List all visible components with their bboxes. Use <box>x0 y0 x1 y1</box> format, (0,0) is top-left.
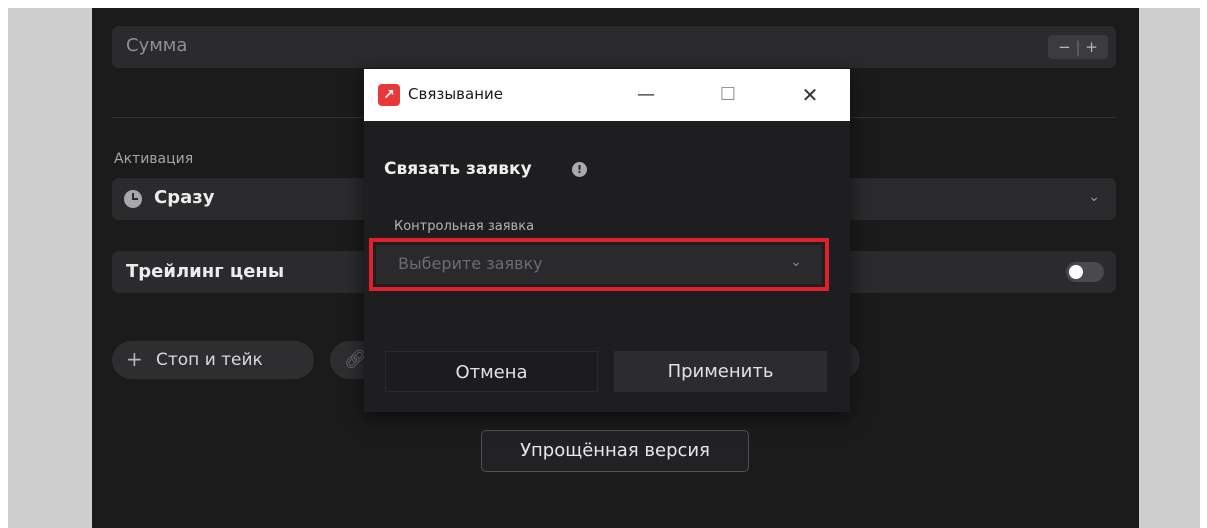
chevron-down-icon: ⌄ <box>1088 189 1100 205</box>
stop-take-button[interactable]: + Стоп и тейк <box>112 341 314 379</box>
plus-icon: + <box>126 347 143 371</box>
trailing-price-toggle[interactable] <box>1066 262 1104 282</box>
sum-stepper[interactable]: − | + <box>1048 35 1108 59</box>
select-placeholder: Выберите заявку <box>398 254 543 273</box>
simple-version-button[interactable]: Упрощённая версия <box>481 430 749 472</box>
dialog-heading: Связать заявку <box>384 159 532 179</box>
activation-value: Сразу <box>154 187 215 208</box>
link-dialog: ↗ Связывание — ☐ ✕ Связать заявку ! Конт… <box>364 69 850 412</box>
activation-label: Активация <box>114 151 194 167</box>
apply-button[interactable]: Применить <box>614 351 827 392</box>
control-order-label: Контрольная заявка <box>394 219 535 234</box>
dialog-titlebar: ↗ Связывание — ☐ ✕ <box>364 69 850 121</box>
sum-field[interactable]: Сумма − | + <box>112 26 1116 68</box>
info-icon[interactable]: ! <box>572 162 587 177</box>
trailing-price-label: Трейлинг цены <box>126 261 285 282</box>
stop-take-label: Стоп и тейк <box>156 350 263 370</box>
stepper-plus-button[interactable]: + <box>1085 38 1098 56</box>
stepper-minus-button[interactable]: − <box>1058 38 1071 56</box>
maximize-icon[interactable]: ☐ <box>708 75 748 115</box>
sum-label: Сумма <box>126 35 188 56</box>
chevron-down-icon: ⌄ <box>790 254 802 270</box>
window-title: Связывание <box>408 85 503 103</box>
app-logo-icon: ↗ <box>378 84 400 106</box>
cancel-button[interactable]: Отмена <box>385 351 598 392</box>
close-icon[interactable]: ✕ <box>790 75 830 115</box>
clock-icon <box>124 190 142 208</box>
control-order-select[interactable]: Выберите заявку ⌄ <box>376 245 822 284</box>
minimize-icon[interactable]: — <box>626 75 666 115</box>
toggle-knob <box>1069 265 1083 279</box>
